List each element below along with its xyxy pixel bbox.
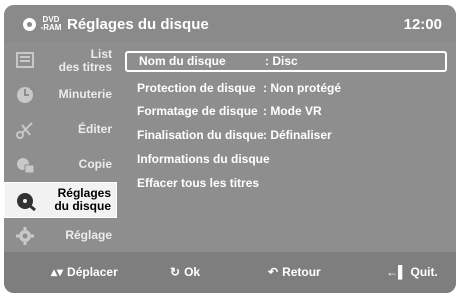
menu-row-disc-info[interactable]: Informations du disque	[125, 149, 447, 169]
timer-icon	[15, 85, 35, 105]
enter-icon: ↻	[170, 265, 181, 279]
menu-row-label: Informations du disque	[137, 152, 270, 166]
hint-move: ▴▾ Déplacer	[51, 265, 118, 279]
clock: 12:00	[403, 16, 442, 33]
menu-row-label: Effacer tous les titres	[137, 176, 260, 190]
scissors-icon	[15, 120, 35, 140]
menu-row-label: Formatage de disque	[137, 104, 258, 118]
hint-move-label: Déplacer	[67, 265, 118, 279]
dvd-menu-screen: DVD -RAM Réglages du disque 12:00 List d…	[4, 5, 456, 293]
menu-row-value: : Définaliser	[263, 128, 332, 142]
sidebar-item-label: Minuterie	[58, 87, 112, 101]
menu-row-disc-name[interactable]: Nom du disque : Disc	[125, 51, 447, 72]
menu-row-label: Nom du disque	[139, 54, 226, 68]
sidebar-item-edit[interactable]: Éditer	[4, 112, 117, 146]
menu-row-value: : Mode VR	[263, 104, 322, 118]
menu-row-value: : Disc	[265, 54, 298, 68]
disc-settings-icon	[16, 191, 36, 212]
hint-back-label: Retour	[282, 265, 321, 279]
menu-row-erase-all-titles[interactable]: Effacer tous les titres	[125, 173, 447, 193]
sidebar-item-timer[interactable]: Minuterie	[4, 77, 117, 111]
sidebar-item-title-list[interactable]: List des titres	[4, 42, 117, 76]
hint-exit: ←▌ Quit.	[386, 265, 438, 279]
sidebar-item-label: Réglage	[65, 228, 112, 242]
disc-type-line2: -RAM	[40, 23, 62, 32]
hint-ok: ↻ Ok	[170, 265, 200, 279]
page-title: Réglages du disque	[67, 16, 209, 33]
disc-settings-menu: Nom du disque : Disc Protection de disqu…	[117, 42, 456, 252]
menu-row-disc-protection[interactable]: Protection de disque : Non protégé	[125, 78, 447, 98]
sidebar: List des titres Minuterie Éditer Copie R…	[4, 42, 117, 252]
sidebar-item-copy[interactable]: Copie	[4, 147, 117, 181]
sidebar-item-label: Réglages du disque	[54, 186, 111, 213]
sidebar-item-setup[interactable]: Réglage	[4, 218, 117, 252]
disc-type-badge: DVD -RAM	[23, 16, 63, 34]
hint-ok-label: Ok	[184, 265, 201, 279]
hint-back: ↶ Retour	[268, 265, 321, 279]
disc-icon	[23, 18, 36, 31]
copy-icon	[15, 155, 35, 175]
gear-icon	[15, 226, 35, 246]
exit-icon: ←▌	[386, 265, 407, 279]
hint-exit-label: Quit.	[410, 265, 438, 279]
key-guide-bar: ▴▾ Déplacer ↻ Ok ↶ Retour ←▌ Quit.	[4, 252, 456, 293]
sidebar-item-label: Copie	[78, 157, 112, 171]
menu-row-disc-format[interactable]: Formatage de disque : Mode VR	[125, 101, 447, 121]
sidebar-item-label: List des titres	[58, 47, 112, 74]
menu-row-label: Finalisation du disque	[137, 128, 264, 142]
up-down-arrow-icon: ▴▾	[51, 265, 64, 279]
menu-row-value: : Non protégé	[263, 81, 341, 95]
sidebar-item-label: Éditer	[77, 122, 112, 136]
sidebar-item-disc-settings[interactable]: Réglages du disque	[4, 182, 117, 218]
menu-row-label: Protection de disque	[137, 81, 256, 95]
list-icon	[15, 50, 35, 70]
return-icon: ↶	[268, 265, 279, 279]
title-bar: DVD -RAM Réglages du disque 12:00	[4, 5, 456, 42]
menu-row-disc-finalize[interactable]: Finalisation du disque : Définaliser	[125, 125, 447, 145]
